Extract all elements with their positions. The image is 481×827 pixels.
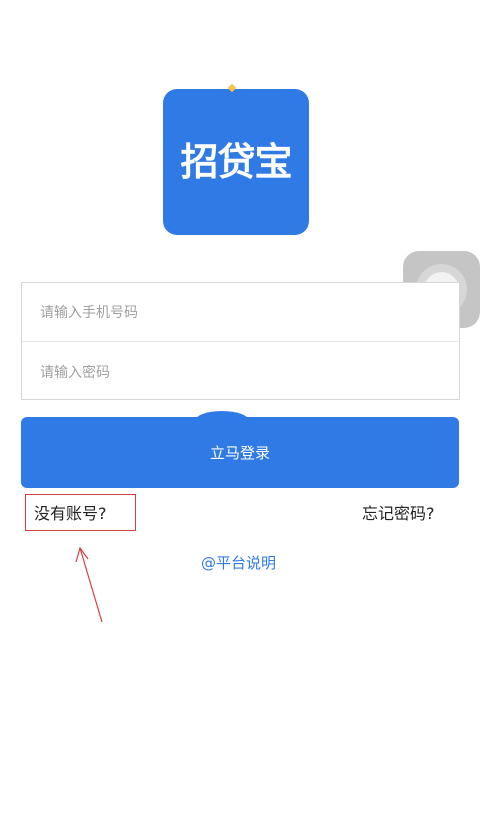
field-divider bbox=[22, 341, 459, 342]
platform-info-link[interactable]: @平台说明 bbox=[201, 552, 276, 573]
forgot-password-link[interactable]: 忘记密码? bbox=[362, 500, 435, 524]
logo-accent-icon bbox=[227, 83, 237, 93]
button-ripple-shape bbox=[195, 411, 249, 431]
app-logo: 招贷宝 bbox=[163, 83, 309, 235]
login-button-label: 立马登录 bbox=[209, 444, 270, 462]
password-input[interactable] bbox=[22, 344, 459, 402]
phone-input[interactable] bbox=[22, 284, 459, 342]
login-form bbox=[21, 282, 460, 402]
login-button[interactable]: 立马登录 bbox=[21, 411, 459, 488]
logo-text: 招贷宝 bbox=[180, 140, 292, 184]
register-link[interactable]: 没有账号? bbox=[34, 500, 107, 524]
